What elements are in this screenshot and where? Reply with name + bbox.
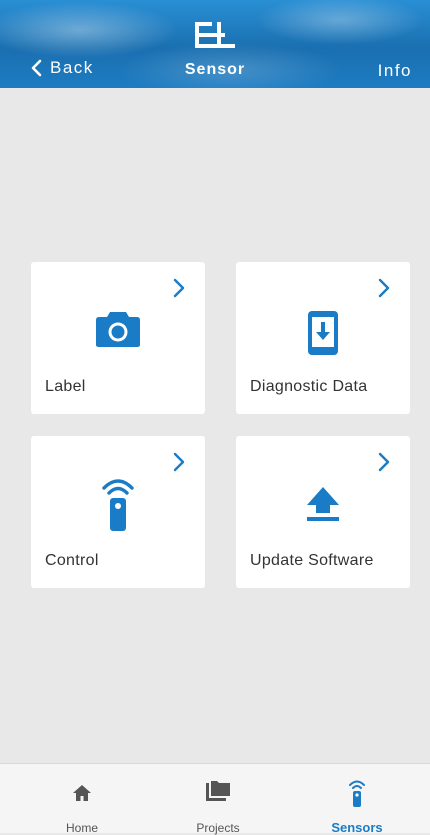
folder-icon xyxy=(206,781,230,801)
home-icon xyxy=(73,785,91,801)
tab-sensors[interactable]: Sensors xyxy=(297,764,417,835)
remote-control-icon xyxy=(102,479,134,531)
upload-icon xyxy=(307,487,339,521)
tab-projects[interactable]: Projects xyxy=(158,764,278,835)
tab-home[interactable]: Home xyxy=(22,764,142,835)
chevron-right-icon xyxy=(173,452,185,472)
card-label: Control xyxy=(45,552,99,569)
card-label: Update Software xyxy=(250,552,374,569)
tab-label: Sensors xyxy=(331,820,383,835)
label-card[interactable]: Label xyxy=(31,262,205,414)
tab-label: Projects xyxy=(196,821,240,835)
app-logo xyxy=(195,22,235,48)
chevron-right-icon xyxy=(378,452,390,472)
card-label: Diagnostic Data xyxy=(250,378,368,395)
phone-download-icon xyxy=(308,311,338,355)
tab-label: Home xyxy=(65,821,98,835)
app-header: Back Sensor Info xyxy=(0,0,430,88)
sensor-icon xyxy=(349,780,365,807)
card-label: Label xyxy=(45,378,86,395)
chevron-right-icon xyxy=(173,278,185,298)
bottom-tab-bar: Home Projects Sensors xyxy=(0,763,430,835)
diagnostic-data-card[interactable]: Diagnostic Data xyxy=(236,262,410,414)
info-button[interactable]: Info xyxy=(378,61,412,81)
update-software-card[interactable]: Update Software xyxy=(236,436,410,588)
page-title: Sensor xyxy=(184,61,246,78)
control-card[interactable]: Control xyxy=(31,436,205,588)
camera-icon xyxy=(96,312,140,347)
chevron-right-icon xyxy=(378,278,390,298)
